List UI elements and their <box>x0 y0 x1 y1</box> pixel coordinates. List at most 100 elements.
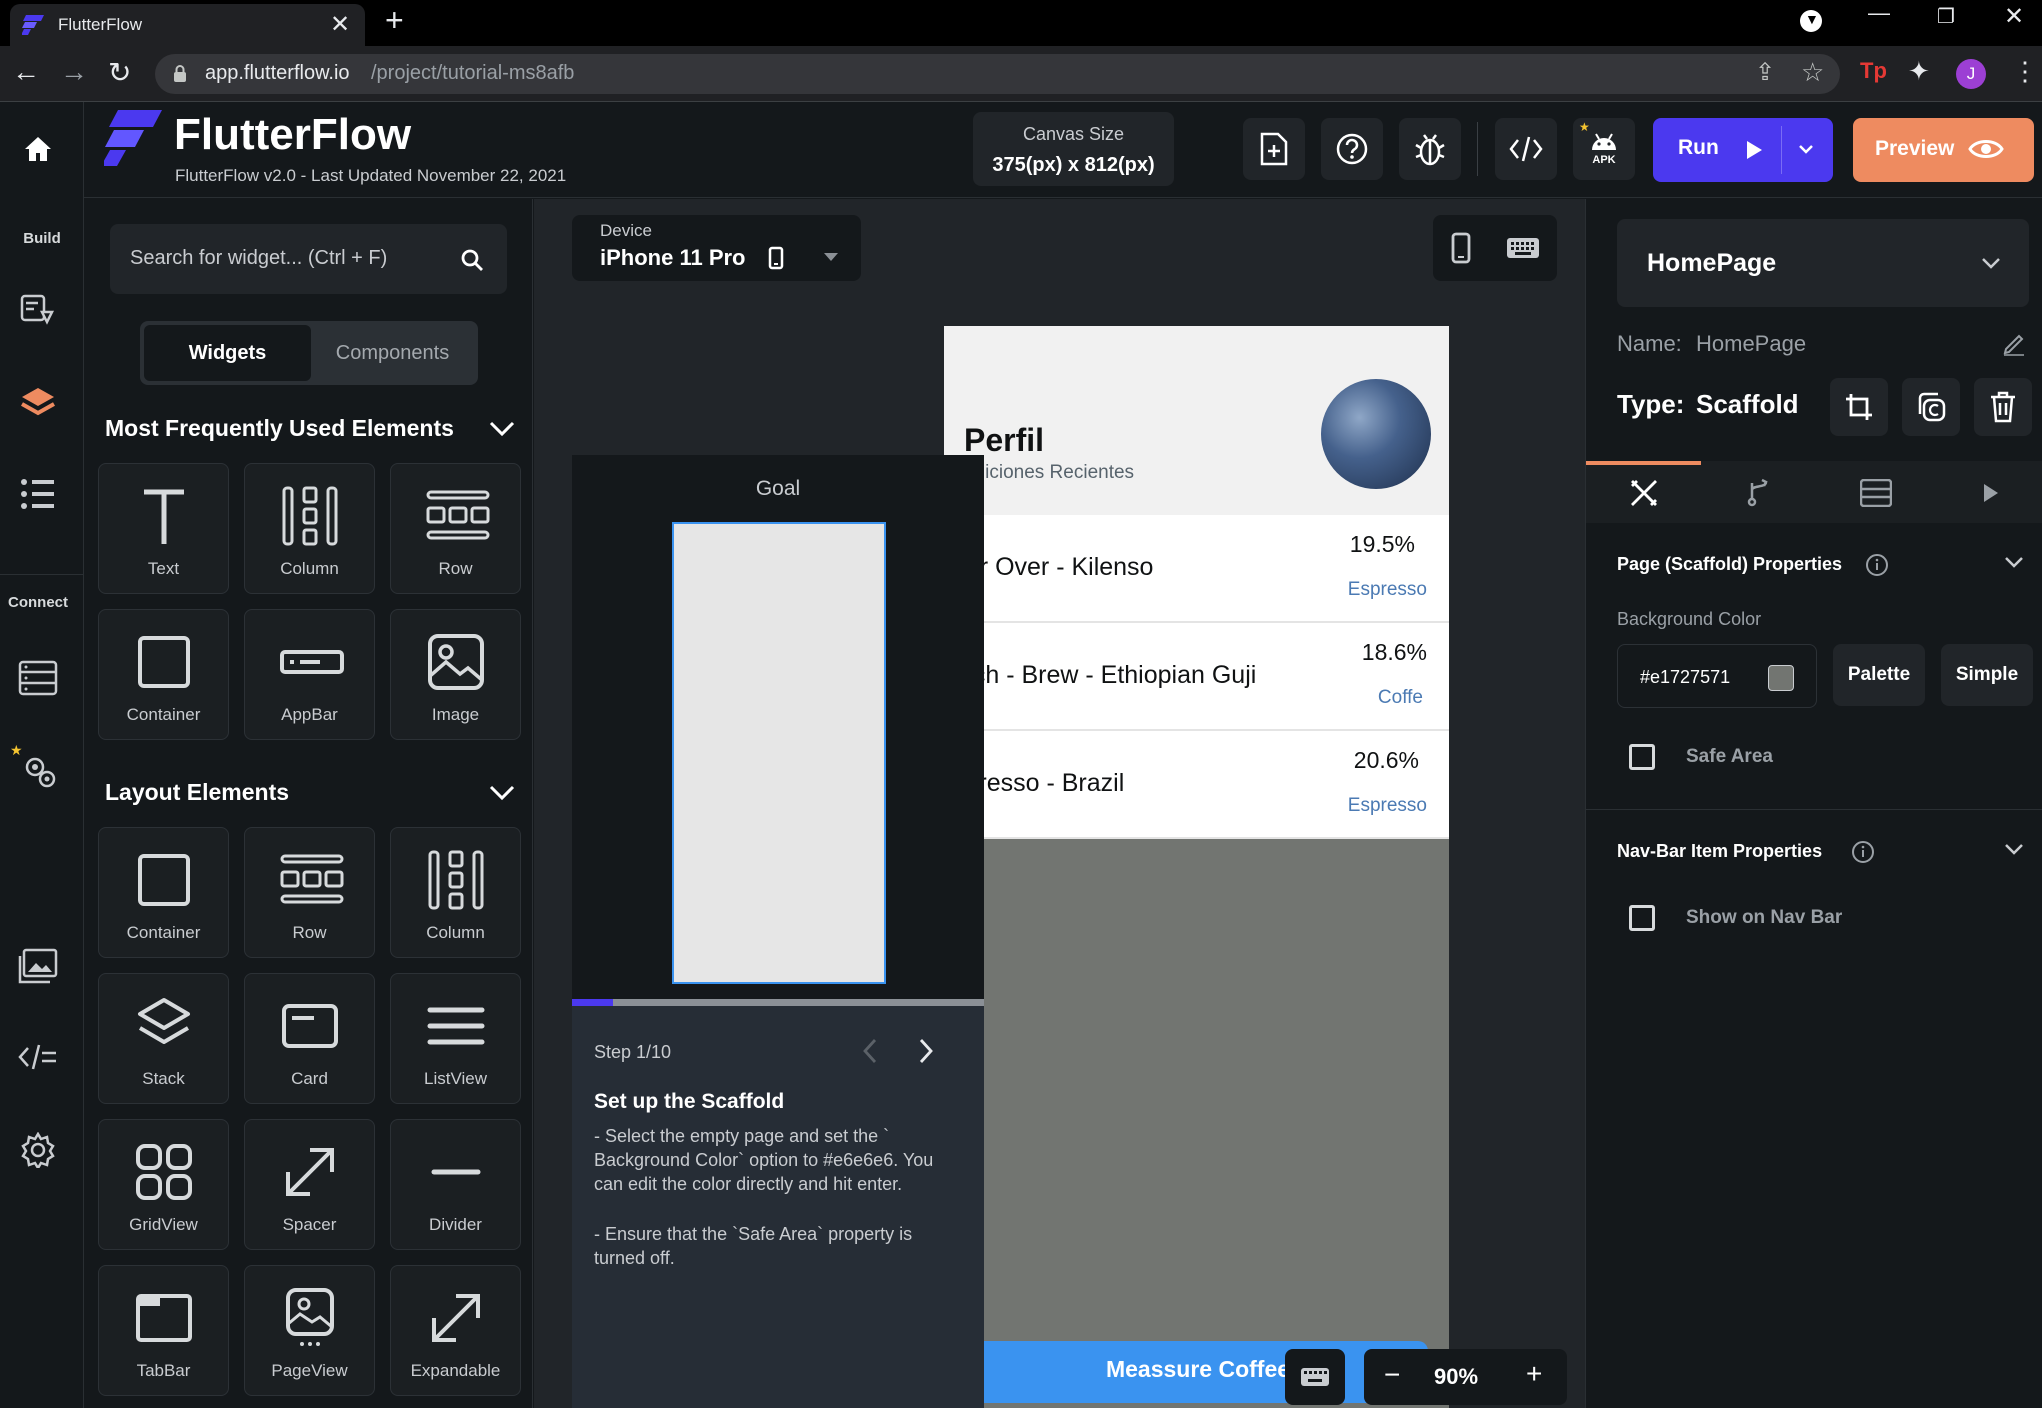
widget-search-input[interactable]: Search for widget... (Ctrl + F) <box>110 224 507 294</box>
delete-widget-button[interactable] <box>1974 378 2032 436</box>
widget-tile-column[interactable]: Column <box>244 463 375 594</box>
brew-list-item[interactable]: spresso - Brazil 20.6% Espresso <box>944 731 1449 839</box>
custom-code-icon[interactable] <box>18 1042 58 1072</box>
brew-list-item[interactable]: atch - Brew - Ethiopian Guji 18.6% Coffe <box>944 623 1449 731</box>
debug-button[interactable] <box>1399 118 1461 180</box>
device-selector[interactable]: Device iPhone 11 Pro <box>572 215 861 281</box>
backend-query-icon[interactable] <box>1860 479 1892 507</box>
widget-tile-card[interactable]: Card <box>244 973 375 1104</box>
tab-components-label: Components <box>335 342 450 364</box>
collapse-layout-chevron-icon[interactable] <box>489 785 515 801</box>
widget-tile-container[interactable]: Container <box>98 609 229 740</box>
tab-widgets[interactable]: Widgets <box>144 325 311 381</box>
show-on-nav-bar-checkbox[interactable] <box>1629 905 1655 931</box>
widget-tile-listview[interactable]: ListView <box>390 973 521 1104</box>
phone-view-icon[interactable] <box>1451 232 1471 264</box>
new-page-button[interactable] <box>1243 118 1305 180</box>
zoom-in-icon[interactable]: + <box>1526 1358 1542 1390</box>
previous-step-chevron-icon[interactable] <box>862 1038 878 1064</box>
widget-tile-tabbar[interactable]: TabBar <box>98 1265 229 1396</box>
tab-components[interactable]: Components <box>311 325 474 381</box>
phone-screen[interactable]: Perfil ediciones Recientes our Over - Ki… <box>944 326 1449 1408</box>
measure-coffee-button[interactable]: Meassure Coffee <box>968 1341 1428 1403</box>
widget-tile-column[interactable]: Column <box>390 827 521 958</box>
extension-tp-icon[interactable]: Tp <box>1860 58 1887 84</box>
next-step-chevron-icon[interactable] <box>918 1038 934 1064</box>
info-icon[interactable] <box>1865 553 1889 577</box>
simple-button[interactable]: Simple <box>1941 644 2033 706</box>
run-button[interactable]: Run <box>1653 118 1833 182</box>
media-assets-icon[interactable] <box>18 948 58 984</box>
theme-widgets-icon[interactable] <box>20 294 56 328</box>
close-window-icon[interactable]: ✕ <box>2004 2 2024 31</box>
pageview-icon <box>286 1288 334 1346</box>
app-header: FlutterFlow FlutterFlow v2.0 - Last Upda… <box>84 102 2042 198</box>
preview-button[interactable]: Preview <box>1853 118 2034 182</box>
widget-tile-spacer[interactable]: Spacer <box>244 1119 375 1250</box>
tab-close-icon[interactable]: ✕ <box>330 10 350 39</box>
widget-tile-appbar[interactable]: AppBar <box>244 609 375 740</box>
info-icon[interactable] <box>1851 840 1875 864</box>
wrap-widget-button[interactable] <box>1830 378 1888 436</box>
zoom-level: 90% <box>1434 1364 1479 1389</box>
browser-tab[interactable]: FlutterFlow ✕ <box>10 4 365 46</box>
run-options-chevron-icon[interactable] <box>1799 145 1813 155</box>
collapse-nav-bar-chevron-icon[interactable] <box>2004 843 2024 855</box>
canvas-size-display[interactable]: Canvas Size 375(px) x 812(px) <box>973 112 1174 186</box>
collapse-page-properties-chevron-icon[interactable] <box>2004 556 2024 568</box>
settings-gear-icon[interactable] <box>20 1132 56 1168</box>
copy-widget-button[interactable] <box>1902 378 1960 436</box>
widget-tile-container[interactable]: Container <box>98 827 229 958</box>
extensions-puzzle-icon[interactable]: ✦ <box>1908 56 1930 87</box>
zoom-controls: − 90% + <box>1364 1349 1567 1405</box>
widget-tile-divider[interactable]: Divider <box>390 1119 521 1250</box>
color-swatch[interactable] <box>1768 665 1794 691</box>
run-action-play-icon[interactable] <box>1983 483 1999 503</box>
home-icon[interactable] <box>24 136 52 162</box>
reload-icon[interactable]: ↻ <box>108 56 131 89</box>
widget-tile-stack[interactable]: Stack <box>98 973 229 1104</box>
widget-tile-row[interactable]: Row <box>390 463 521 594</box>
edit-pencil-icon[interactable] <box>2002 332 2026 356</box>
brew-list-item[interactable]: our Over - Kilenso 19.5% Espresso <box>944 515 1449 623</box>
actions-flow-icon[interactable] <box>1744 478 1774 508</box>
back-icon[interactable]: ← <box>12 56 40 88</box>
collapse-frequent-chevron-icon[interactable] <box>489 421 515 437</box>
widget-tile-pageview[interactable]: PageView <box>244 1265 375 1396</box>
help-button[interactable] <box>1321 118 1383 180</box>
forward-icon[interactable]: → <box>60 56 88 88</box>
safe-area-checkbox[interactable] <box>1629 744 1655 770</box>
page-selector[interactable]: HomePage <box>1617 219 2029 307</box>
background-color-input[interactable]: #e1727571 <box>1617 644 1817 708</box>
browser-menu-icon[interactable]: ⋮ <box>2012 56 2038 87</box>
widget-tile-image[interactable]: Image <box>390 609 521 740</box>
new-tab-icon[interactable]: + <box>385 2 404 39</box>
view-code-button[interactable] <box>1495 118 1557 180</box>
palette-button[interactable]: Palette <box>1833 644 1925 706</box>
bookmark-star-icon[interactable]: ☆ <box>1801 57 1824 88</box>
layers-icon[interactable] <box>20 386 56 420</box>
address-bar[interactable]: app.flutterflow.io /project/tutorial-ms8… <box>155 54 1840 94</box>
restore-window-icon[interactable]: ❐ <box>1937 4 1955 29</box>
share-icon[interactable]: ⇪ <box>1755 58 1775 87</box>
minimize-window-icon[interactable]: — <box>1868 0 1890 26</box>
tab-title: FlutterFlow <box>58 15 143 34</box>
properties-tools-icon[interactable] <box>1629 478 1659 508</box>
widget-tile-label: ListView <box>424 1069 487 1088</box>
database-icon[interactable] <box>18 660 58 696</box>
palette-label: Palette <box>1847 664 1911 685</box>
widget-tile-text[interactable]: Text <box>98 463 229 594</box>
storyboard-list-icon[interactable] <box>20 478 56 510</box>
profile-avatar[interactable]: J <box>1956 59 1986 89</box>
tab-search-icon[interactable]: ▼ <box>1800 10 1822 32</box>
profile-avatar-image[interactable] <box>1321 379 1431 489</box>
step-title: Set up the Scaffold <box>594 1090 785 1113</box>
build-apk-button[interactable]: ★ APK <box>1573 118 1635 180</box>
widget-tile-expandable[interactable]: Expandable <box>390 1265 521 1396</box>
zoom-out-icon[interactable]: − <box>1384 1359 1400 1391</box>
keyboard-view-icon[interactable] <box>1506 237 1540 259</box>
api-gears-icon[interactable] <box>20 752 58 790</box>
widget-tile-row[interactable]: Row <box>244 827 375 958</box>
widget-tile-gridview[interactable]: GridView <box>98 1119 229 1250</box>
keyboard-toggle-button[interactable] <box>1285 1349 1345 1405</box>
